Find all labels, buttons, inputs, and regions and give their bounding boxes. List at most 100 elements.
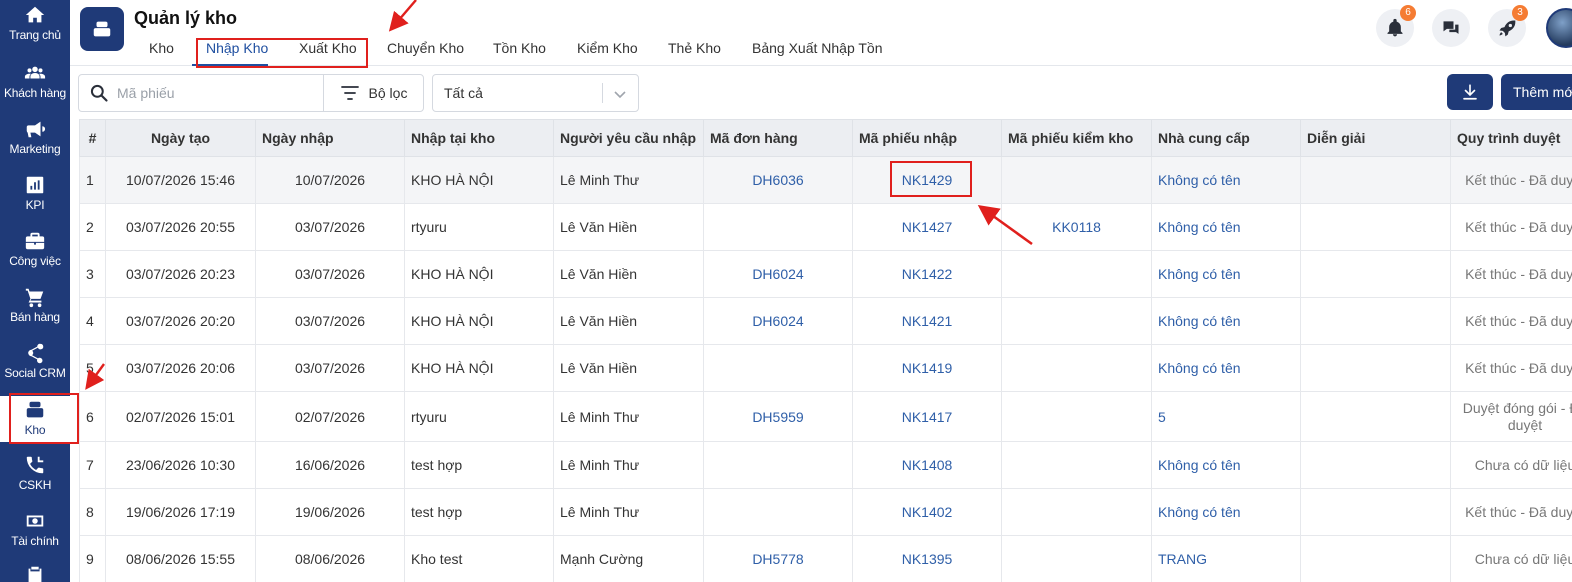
add-new-button[interactable]: Thêm mới — [1501, 74, 1572, 110]
check-code-link[interactable] — [1001, 535, 1152, 582]
chat-button[interactable] — [1432, 9, 1470, 47]
tab-stock-card[interactable]: Thẻ Kho — [668, 40, 721, 56]
sidebar-item-home[interactable]: Trang chủ — [0, 4, 70, 60]
requester-name: Lê Minh Thư — [553, 391, 704, 442]
notifications-button[interactable]: 6 — [1376, 5, 1416, 47]
supplier-link[interactable]: Không có tên — [1151, 156, 1301, 204]
check-code-link[interactable] — [1001, 156, 1152, 204]
column-header[interactable]: Mã đơn hàng — [703, 119, 853, 157]
receipt-code-link[interactable]: NK1427 — [852, 203, 1002, 251]
table-row[interactable]: 6 02/07/2026 15:01 02/07/2026 rtyuru Lê … — [79, 391, 1572, 442]
sidebar-item-label: Khách hàng — [3, 86, 67, 100]
supplier-link[interactable]: Không có tên — [1151, 344, 1301, 392]
tab-stock-check[interactable]: Kiểm Kho — [577, 40, 638, 56]
sidebar-item-customers[interactable]: Khách hàng — [0, 62, 70, 118]
rocket-button[interactable]: 3 — [1488, 5, 1528, 47]
receipt-code-link[interactable]: NK1419 — [852, 344, 1002, 392]
supplier-link[interactable]: TRANG — [1151, 535, 1301, 582]
check-code-link[interactable] — [1001, 441, 1152, 489]
order-code-link[interactable]: DH5778 — [703, 535, 853, 582]
table-row[interactable]: 7 23/06/2026 10:30 16/06/2026 test hợp L… — [79, 441, 1572, 489]
table-row[interactable]: 8 19/06/2026 17:19 19/06/2026 test hợp L… — [79, 488, 1572, 536]
requester-name: Mạnh Cường — [553, 535, 704, 582]
order-code-link[interactable]: DH6024 — [703, 297, 853, 345]
warehouse-name: rtyuru — [404, 391, 554, 442]
receipt-code-link[interactable]: NK1402 — [852, 488, 1002, 536]
table-row[interactable]: 2 03/07/2026 20:55 03/07/2026 rtyuru Lê … — [79, 203, 1572, 251]
search-input[interactable] — [117, 81, 317, 105]
supplier-link[interactable]: Không có tên — [1151, 203, 1301, 251]
user-avatar[interactable] — [1546, 8, 1572, 48]
order-code-link[interactable] — [703, 344, 853, 392]
supplier-link[interactable]: Không có tên — [1151, 441, 1301, 489]
column-header[interactable]: Ngày nhập — [255, 119, 405, 157]
supplier-link[interactable]: Không có tên — [1151, 488, 1301, 536]
table-row[interactable]: 9 08/06/2026 15:55 08/06/2026 Kho test M… — [79, 535, 1572, 582]
order-code-link[interactable] — [703, 488, 853, 536]
briefcase-icon — [25, 232, 45, 250]
tab-goods-issue[interactable]: Xuất Kho — [299, 40, 357, 56]
receipt-code-link[interactable]: NK1421 — [852, 297, 1002, 345]
status-select-value: Tất cả — [444, 85, 483, 101]
sidebar-item-tasks[interactable]: Công việc — [0, 230, 70, 286]
check-code-link[interactable]: KK0118 — [1001, 203, 1152, 251]
receipt-code-link[interactable]: NK1422 — [852, 250, 1002, 298]
status-select[interactable]: Tất cả — [432, 74, 639, 112]
description — [1300, 535, 1451, 582]
supplier-link[interactable]: 5 — [1151, 391, 1301, 442]
column-header[interactable]: Ngày tạo — [105, 119, 256, 157]
column-header[interactable]: Người yêu cầu nhập — [553, 119, 704, 157]
share-icon — [28, 343, 44, 364]
check-code-link[interactable] — [1001, 391, 1152, 442]
tab-warehouse[interactable]: Kho — [149, 40, 174, 56]
column-header[interactable]: Nhà cung cấp — [1151, 119, 1301, 157]
approval-status: Chưa có dữ liệu — [1450, 441, 1572, 489]
order-code-link[interactable]: DH6036 — [703, 156, 853, 204]
table-row[interactable]: 1 10/07/2026 15:46 10/07/2026 KHO HÀ NỘI… — [79, 156, 1572, 204]
order-code-link[interactable]: DH5959 — [703, 391, 853, 442]
created-date: 03/07/2026 20:23 — [105, 250, 256, 298]
sidebar-item-marketing[interactable]: Marketing — [0, 118, 70, 174]
column-header[interactable]: Mã phiếu kiểm kho — [1001, 119, 1152, 157]
filter-button[interactable]: Bộ lọc — [323, 75, 424, 111]
column-header[interactable]: Mã phiếu nhập — [852, 119, 1002, 157]
receipt-code-link[interactable]: NK1417 — [852, 391, 1002, 442]
receipt-code-link[interactable]: NK1429 — [852, 156, 1002, 204]
check-code-link[interactable] — [1001, 488, 1152, 536]
order-code-link[interactable] — [703, 441, 853, 489]
column-header[interactable]: # — [79, 119, 106, 157]
sidebar-item-finance[interactable]: Tài chính — [0, 510, 70, 566]
supplier-link[interactable]: Không có tên — [1151, 250, 1301, 298]
table-row[interactable]: 5 03/07/2026 20:06 03/07/2026 KHO HÀ NỘI… — [79, 344, 1572, 392]
import-date: 03/07/2026 — [255, 250, 405, 298]
check-code-link[interactable] — [1001, 297, 1152, 345]
sidebar-item-sales[interactable]: Bán hàng — [0, 286, 70, 342]
table-row[interactable]: 4 03/07/2026 20:20 03/07/2026 KHO HÀ NỘI… — [79, 297, 1572, 345]
sidebar-item-kpi[interactable]: KPI — [0, 174, 70, 230]
tab-goods-receipt[interactable]: Nhập Kho — [206, 40, 268, 56]
order-code-link[interactable] — [703, 203, 853, 251]
sidebar-item-more[interactable] — [0, 564, 70, 582]
sidebar-item-social-crm[interactable]: Social CRM — [0, 342, 70, 398]
column-header[interactable]: Nhập tại kho — [404, 119, 554, 157]
description — [1300, 156, 1451, 204]
warehouse-name: KHO HÀ NỘI — [404, 156, 554, 204]
column-header[interactable]: Quy trình duyệt — [1450, 119, 1572, 157]
bell-icon — [1387, 18, 1403, 37]
receipt-code-link[interactable]: NK1395 — [852, 535, 1002, 582]
check-code-link[interactable] — [1001, 250, 1152, 298]
tab-stock-report[interactable]: Bảng Xuất Nhập Tồn — [752, 40, 883, 56]
supplier-link[interactable]: Không có tên — [1151, 297, 1301, 345]
column-header[interactable]: Diễn giải — [1300, 119, 1451, 157]
sidebar: Trang chủ Khách hàng Marketing KPI Công … — [0, 0, 70, 582]
check-code-link[interactable] — [1001, 344, 1152, 392]
tab-transfer[interactable]: Chuyển Kho — [387, 40, 464, 56]
sidebar-item-customer-care[interactable]: CSKH — [0, 454, 70, 510]
row-number: 2 — [79, 203, 106, 251]
tab-inventory[interactable]: Tồn Kho — [493, 40, 546, 56]
download-button[interactable] — [1447, 74, 1493, 110]
sidebar-item-warehouse[interactable]: Kho — [0, 396, 70, 442]
receipt-code-link[interactable]: NK1408 — [852, 441, 1002, 489]
table-row[interactable]: 3 03/07/2026 20:23 03/07/2026 KHO HÀ NỘI… — [79, 250, 1572, 298]
order-code-link[interactable]: DH6024 — [703, 250, 853, 298]
